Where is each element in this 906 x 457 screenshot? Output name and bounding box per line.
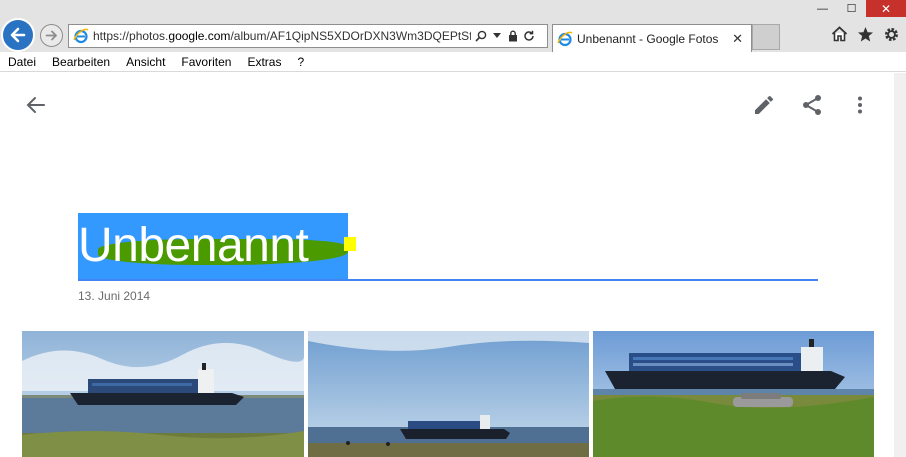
new-tab-button[interactable] — [752, 24, 780, 50]
menu-help[interactable]: ? — [297, 55, 304, 69]
browser-forward-button[interactable] — [40, 24, 63, 47]
url-prefix: https://photos. — [93, 29, 169, 43]
close-window-button[interactable]: ✕ — [866, 0, 906, 17]
menu-datei[interactable]: Datei — [8, 55, 36, 69]
minimize-button[interactable]: — — [808, 0, 837, 17]
arrow-left-icon — [26, 97, 45, 113]
pencil-icon — [755, 95, 773, 114]
album-title[interactable]: Unbenannt — [78, 213, 309, 279]
menu-favoriten[interactable]: Favoriten — [181, 55, 231, 69]
tab-close-button[interactable]: ✕ — [732, 31, 743, 47]
arrow-left-icon — [10, 27, 26, 43]
menu-bar: Datei Bearbeiten Ansicht Favoriten Extra… — [0, 52, 906, 72]
menu-extras[interactable]: Extras — [247, 55, 281, 69]
more-options-button[interactable] — [848, 93, 872, 117]
photo-container-ship-2[interactable] — [308, 331, 589, 457]
home-icon[interactable] — [830, 24, 848, 44]
menu-ansicht[interactable]: Ansicht — [126, 55, 165, 69]
share-icon — [803, 95, 821, 115]
ie-page-icon — [73, 28, 89, 44]
edit-button[interactable] — [752, 93, 776, 117]
yellow-scribble — [344, 237, 356, 251]
album-page: Unbenannt 13. Juni 2014 — [0, 73, 894, 457]
window-controls: — ☐ ✕ — [808, 0, 906, 17]
tab-title: Unbenannt - Google Fotos — [577, 31, 719, 46]
ie-tab-icon — [557, 31, 573, 47]
refresh-icon[interactable] — [523, 29, 535, 43]
arrow-right-icon — [45, 30, 57, 41]
maximize-button[interactable]: ☐ — [837, 0, 866, 17]
menu-bearbeiten[interactable]: Bearbeiten — [52, 55, 110, 69]
lock-icon[interactable] — [507, 29, 519, 43]
more-vert-icon — [858, 96, 862, 114]
url-text[interactable]: https://photos.google.com/album/AF1QipNS… — [93, 29, 471, 43]
dropdown-icon[interactable] — [491, 29, 503, 43]
url-path: /album/AF1QipNS5XDOrDXN3Wm3DQEPtSfr — [230, 29, 471, 43]
browser-chrome: — ☐ ✕ https://photos.google.com/album/AF… — [0, 0, 906, 52]
browser-tab[interactable]: Unbenannt - Google Fotos ✕ — [552, 24, 752, 52]
share-button[interactable] — [800, 93, 824, 117]
favorites-star-icon[interactable] — [856, 24, 874, 44]
album-back-button[interactable] — [24, 93, 48, 117]
photo-container-ship-1[interactable] — [22, 331, 304, 457]
search-icon[interactable] — [475, 29, 487, 43]
vertical-scrollbar[interactable] — [894, 73, 906, 457]
browser-back-button[interactable] — [1, 18, 35, 52]
album-date: 13. Juni 2014 — [78, 289, 151, 303]
album-title-field[interactable]: Unbenannt — [78, 213, 818, 281]
photo-container-ship-3[interactable] — [593, 331, 874, 457]
url-domain: google.com — [168, 29, 231, 43]
address-bar[interactable]: https://photos.google.com/album/AF1QipNS… — [68, 24, 548, 48]
gear-icon[interactable] — [882, 24, 900, 44]
